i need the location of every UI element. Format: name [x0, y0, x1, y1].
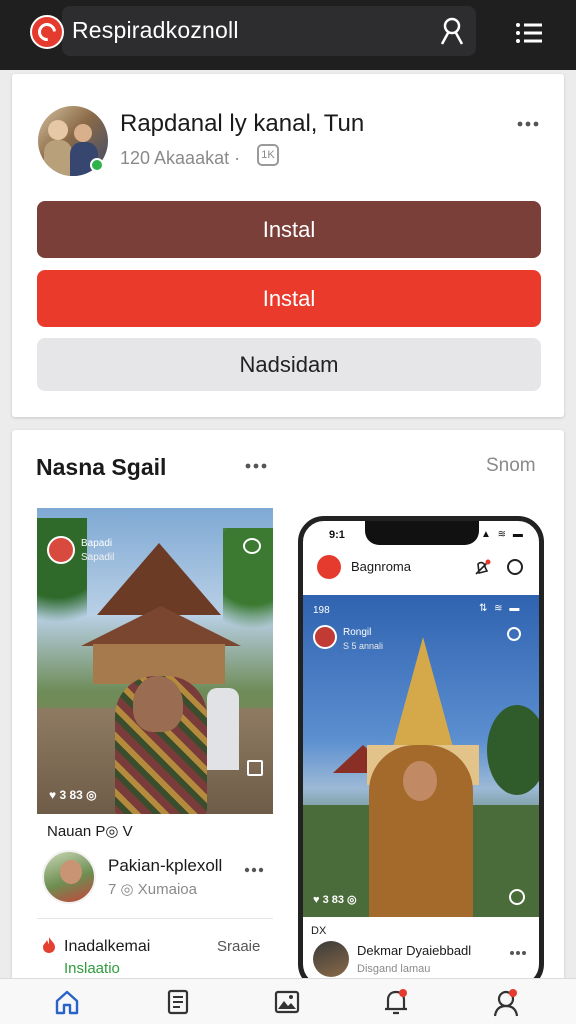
bell-icon[interactable] [382, 987, 410, 1017]
phone-mockup: 9:1 ▲ ≋ ▬ Bagnroma 198 ⇅ ≋ ▬ Rongil S 5 … [298, 516, 544, 990]
home-icon[interactable] [54, 989, 80, 1015]
bookmark-icon[interactable] [247, 760, 263, 776]
post-caption: Nauan P◎ V [47, 823, 133, 840]
phone-overlay-subtitle: S 5 annali [343, 641, 384, 651]
phone-author-avatar [313, 941, 349, 977]
phone-app-title: Bagnroma [351, 559, 411, 574]
phone-post-image: 198 ⇅ ≋ ▬ Rongil S 5 annali ♥ 3 83 ◎ [303, 595, 539, 917]
phone-overlay-number: 198 [313, 605, 330, 616]
more-options-icon[interactable] [516, 120, 540, 128]
menu-icon[interactable] [514, 20, 544, 46]
post-stats: ♥ 3 83 ◎ [49, 788, 97, 802]
more-options-icon[interactable] [244, 866, 264, 874]
install-button-primary[interactable]: Instal [37, 201, 541, 258]
divider [37, 918, 273, 919]
post-overlay-subtitle: Sapadil [81, 552, 115, 563]
app-title: Respiradkoznoll [72, 17, 239, 43]
phone-post-stats: ♥ 3 83 ◎ [313, 894, 357, 906]
section-link[interactable]: Snom [486, 455, 536, 477]
feed-card: Nasna Sgail Snom Bapadi Sapadil ♥ 3 83 ◎… [12, 430, 564, 990]
phone-overlay-name: Rongil [343, 627, 372, 638]
profile-icon[interactable] [438, 16, 466, 46]
post-image[interactable]: Bapadi Sapadil ♥ 3 83 ◎ [37, 508, 273, 814]
install-card: Rapdanal ly kanal, Tun 120 Akaaakat · 1K… [12, 74, 564, 417]
top-app-bar: Respiradkoznoll [0, 0, 576, 70]
document-icon[interactable] [166, 989, 190, 1015]
phone-add-icon [509, 889, 525, 905]
post-overlay-avatar[interactable] [47, 536, 75, 564]
gallery-icon[interactable] [274, 989, 300, 1015]
trending-link[interactable]: Sraaie [217, 938, 260, 955]
more-options-icon[interactable] [244, 462, 268, 470]
phone-time: 9:1 [329, 529, 345, 541]
phone-overlay-avatar [313, 625, 337, 649]
install-button-secondary[interactable]: Instal [37, 270, 541, 327]
tertiary-button[interactable]: Nadsidam [37, 338, 541, 391]
section-title: Nasna Sgail [36, 454, 167, 480]
author-name[interactable]: Pakian-kplexoll [108, 856, 222, 876]
phone-overlay-icons: ⇅ ≋ ▬ [479, 603, 522, 614]
app-logo-icon[interactable] [30, 15, 64, 49]
post-overlay-name: Bapadi [81, 538, 113, 549]
settings-icon[interactable] [243, 538, 261, 554]
phone-settings-icon [507, 559, 523, 575]
phone-overlay-settings-icon [507, 627, 521, 641]
bottom-navigation [0, 978, 576, 1024]
author-avatar[interactable] [42, 850, 96, 904]
phone-author-subtitle: Disgand lamau [357, 963, 431, 975]
phone-bell-icon [475, 559, 491, 575]
phone-more-icon [510, 951, 526, 955]
card-profile-name[interactable]: Rapdanal ly kanal, Tun [120, 110, 364, 138]
phone-caption: DX [311, 925, 327, 937]
trending-label: Inadalkemai [64, 938, 151, 955]
phone-author-name: Dekmar Dyaiebbadl [357, 943, 472, 958]
phone-status-icons: ▲ ≋ ▬ [481, 529, 525, 540]
author-subtitle: 7 ◎ Xumaioa [108, 881, 197, 898]
online-status-icon [90, 158, 104, 172]
phone-app-logo-icon [317, 555, 341, 579]
user-icon[interactable] [492, 987, 520, 1017]
install-status-label[interactable]: Inslaatio [64, 960, 120, 977]
card-profile-subtitle: 120 Akaaakat · [120, 148, 241, 168]
fire-icon [43, 937, 55, 953]
phone-notch [365, 521, 479, 545]
badge-icon: 1K [257, 144, 279, 166]
